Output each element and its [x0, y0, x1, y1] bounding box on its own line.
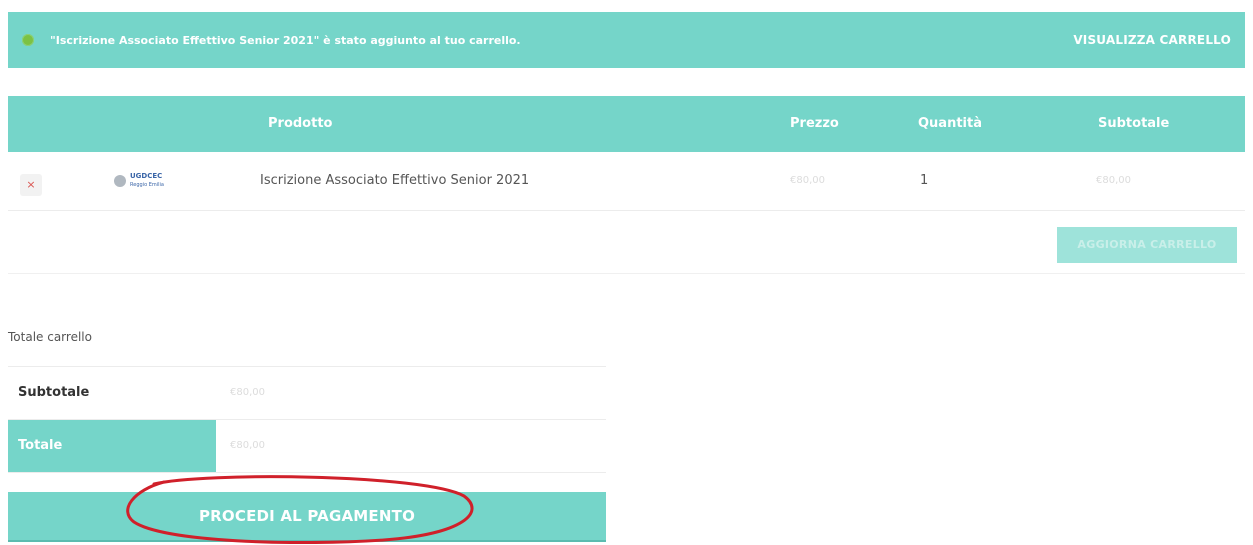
remove-item-button[interactable]: × — [20, 174, 42, 196]
table-header: Prodotto Prezzo Quantità Subtotale — [8, 96, 1245, 152]
product-logo: UGDCEC Reggio Emilia — [130, 172, 164, 189]
quantity-input[interactable]: 1 — [920, 173, 928, 188]
total-value: €80,00 — [230, 440, 265, 451]
cart-actions: AGGIORNA CARRELLO — [8, 211, 1245, 274]
header-quantity: Quantità — [918, 116, 982, 131]
subtotal-value: €80,00 — [230, 387, 265, 398]
totals-row-subtotal: Subtotale €80,00 — [8, 367, 606, 420]
product-logo-text: UGDCEC — [130, 172, 163, 180]
totals-row-total: Totale €80,00 — [8, 420, 606, 473]
cart-notice: "Iscrizione Associato Effettivo Senior 2… — [8, 12, 1245, 68]
product-logo-subtext: Reggio Emilia — [130, 182, 164, 188]
product-name-link[interactable]: Iscrizione Associato Effettivo Senior 20… — [260, 173, 529, 188]
table-row: × UGDCEC Reggio Emilia Iscrizione Associ… — [8, 152, 1245, 211]
subtotal-label: Subtotale — [18, 385, 90, 400]
seal-icon — [114, 174, 126, 187]
product-thumbnail[interactable]: UGDCEC Reggio Emilia — [114, 172, 164, 189]
product-subtotal: €80,00 — [1096, 175, 1131, 186]
product-price: €80,00 — [790, 175, 825, 186]
notice-message: "Iscrizione Associato Effettivo Senior 2… — [50, 33, 521, 47]
cart-totals-table: Subtotale €80,00 Totale €80,00 — [8, 366, 606, 473]
cart-totals-title: Totale carrello — [8, 330, 92, 344]
header-product: Prodotto — [268, 116, 333, 131]
update-cart-button[interactable]: AGGIORNA CARRELLO — [1057, 227, 1237, 263]
cart-table: Prodotto Prezzo Quantità Subtotale × UGD… — [8, 96, 1245, 274]
view-cart-link[interactable]: VISUALIZZA CARRELLO — [1073, 33, 1231, 47]
header-price: Prezzo — [790, 116, 839, 131]
success-icon — [22, 34, 34, 46]
header-subtotal: Subtotale — [1098, 116, 1170, 131]
checkout-button[interactable]: PROCEDI AL PAGAMENTO — [8, 492, 606, 542]
total-label: Totale — [18, 438, 63, 453]
